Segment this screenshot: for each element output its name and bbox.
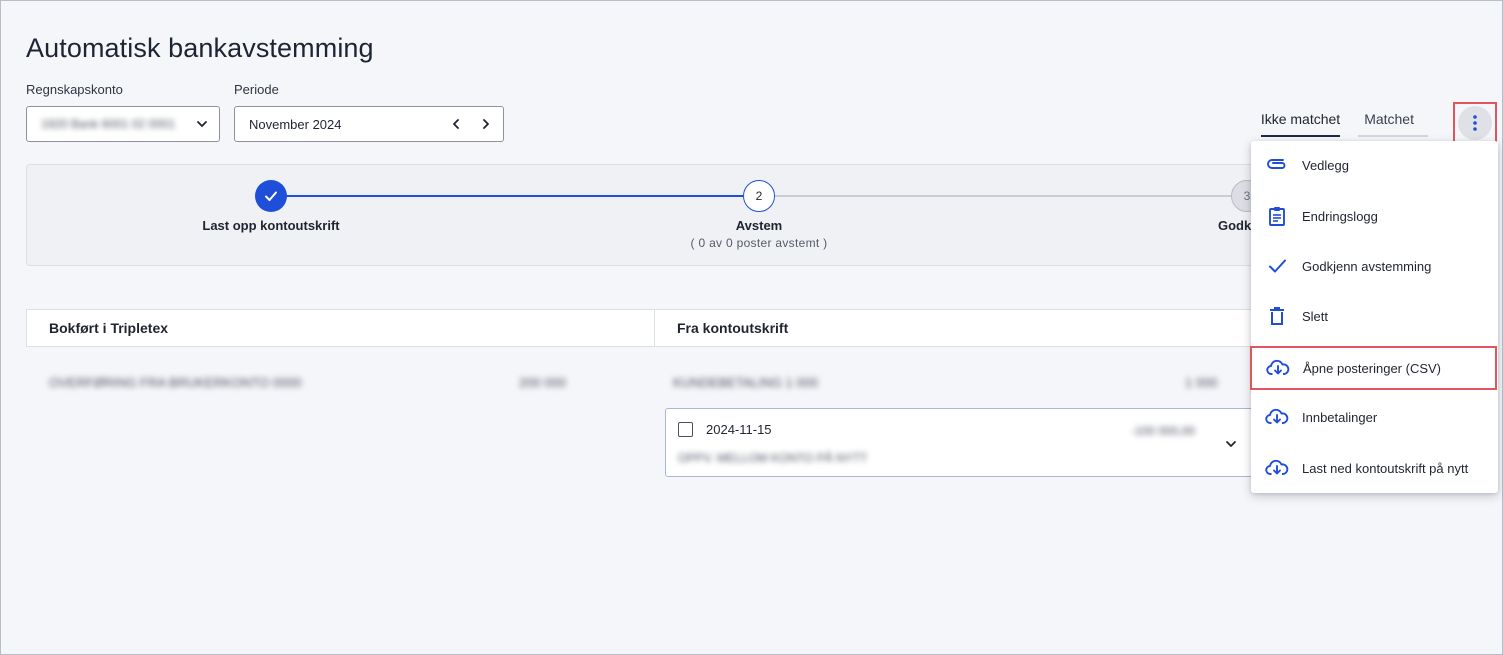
menu-item-apne-posteringer-csv[interactable]: Åpne posteringer (CSV) [1250,346,1497,390]
step-label-upload: Last opp kontoutskrift [202,218,340,233]
statement-entry-text: KUNDEBETALING 1 000 [673,375,818,390]
menu-item-label: Åpne posteringer (CSV) [1303,360,1442,376]
chevron-down-icon [195,117,209,131]
menu-item-label: Endringslogg [1302,208,1378,224]
previous-period-button[interactable] [449,117,463,131]
step-sub-reconcile: ( 0 av 0 poster avstemt ) [690,236,828,250]
menu-item-godkjenn[interactable]: Godkjenn avstemming [1251,244,1498,288]
column-header-tripletex: Bokført i Tripletex [49,320,169,336]
account-select[interactable]: 1920 Bank 6001 02 0001 [26,106,220,142]
menu-item-label: Godkjenn avstemming [1302,258,1432,274]
account-select-value: 1920 Bank 6001 02 0001 [41,117,176,131]
menu-item-label: Vedlegg [1302,157,1349,173]
step-connector-done [271,195,743,197]
expand-transaction-button[interactable] [1224,437,1238,456]
more-options-button[interactable] [1453,102,1497,143]
step-done-dot [255,180,287,212]
period-select-value: November 2024 [249,116,342,132]
next-period-button[interactable] [479,117,493,131]
paperclip-icon [1265,153,1289,177]
period-label: Periode [234,82,279,97]
chevron-left-icon [453,119,459,129]
column-header-statement: Fra kontoutskrift [654,310,1255,346]
account-label: Regnskapskonto [26,82,123,97]
chevron-right-icon [483,119,489,129]
menu-item-vedlegg[interactable]: Vedlegg [1251,143,1498,187]
step-label-reconcile: Avstem [735,218,783,233]
reconciliation-table-header: Bokført i Tripletex Fra kontoutskrift [26,309,1256,347]
menu-item-label: Slett [1302,308,1329,324]
vertical-dots-icon [1473,114,1477,131]
ledger-entry-amount: 200 000 [519,375,566,390]
trash-icon [1265,304,1289,328]
menu-item-innbetalinger[interactable]: Innbetalinger [1251,395,1498,439]
menu-item-label: Last ned kontoutskrift på nytt [1302,460,1469,476]
statement-transaction-card[interactable]: 2024-11-15 -100 000,00 OPPV. MELLOM KONT… [665,408,1255,477]
statement-entry-amount: 1 000 [1185,375,1218,390]
transaction-description: OPPV. MELLOM KONTO PÅ NYTT [678,451,868,465]
more-options-circle[interactable] [1458,105,1492,140]
check-icon [1265,254,1289,278]
ledger-entry-text: OVERFØRING FRA BRUKERKONTO 0000 [49,375,302,390]
cloud-download-icon [1265,405,1289,429]
menu-item-endringslogg[interactable]: Endringslogg [1251,194,1498,238]
period-select[interactable]: November 2024 [234,106,504,142]
cloud-download-icon [1266,356,1290,380]
transaction-checkbox[interactable] [678,422,693,437]
tab-matchet[interactable]: Matchet [1358,105,1428,137]
match-tabs: Ikke matchet Matchet [1260,105,1428,137]
check-icon [265,191,277,201]
menu-item-slett[interactable]: Slett [1251,294,1498,338]
progress-stepper: Last opp kontoutskrift 2 Avstem ( 0 av 0… [26,164,1263,266]
transaction-amount: -100 000,00 [1131,424,1196,438]
chevron-down-icon [1226,441,1236,447]
step-connector-pending [775,195,1233,197]
page-title: Automatisk bankavstemming [26,33,374,63]
cloud-download-icon [1265,456,1289,480]
app-frame: Automatisk bankavstemming Regnskapskonto… [0,0,1503,655]
transaction-date: 2024-11-15 [706,422,772,437]
more-options-menu: Vedlegg Endringslogg Godkjenn avstemming… [1250,141,1498,493]
step-current-dot: 2 [743,180,775,212]
tab-ikke-matchet[interactable]: Ikke matchet [1260,105,1341,137]
menu-item-last-ned-kontoutskrift[interactable]: Last ned kontoutskrift på nytt [1251,446,1498,490]
clipboard-icon [1265,204,1289,228]
menu-item-label: Innbetalinger [1302,409,1378,425]
